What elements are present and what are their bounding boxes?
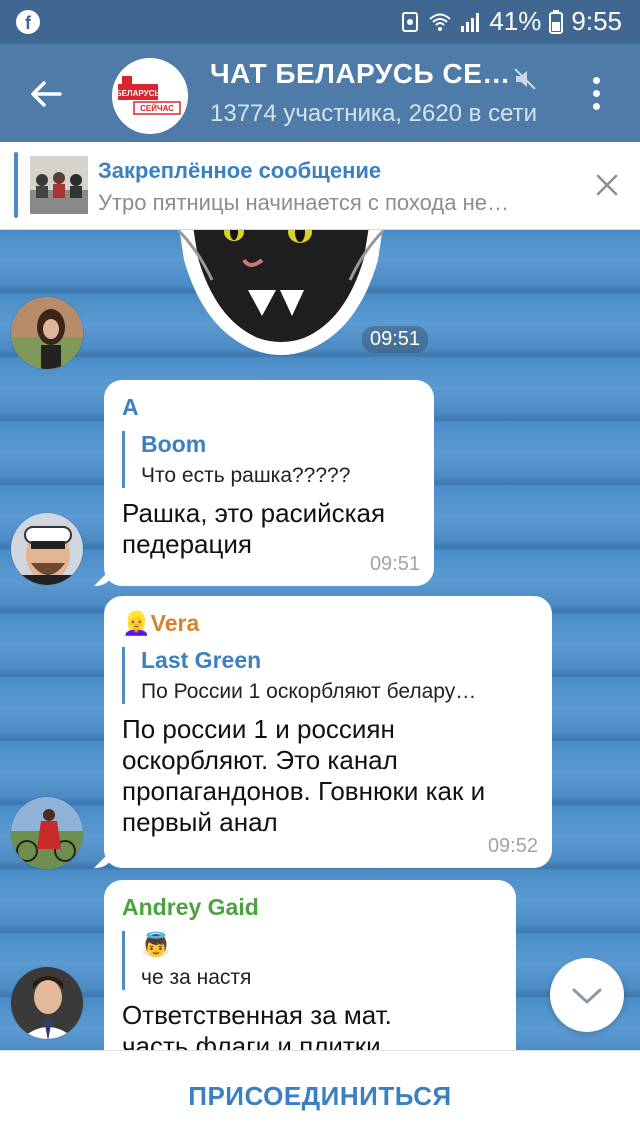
reply-quote[interactable]: Boom Что есть рашка????? (122, 431, 416, 488)
reply-author: Last Green (141, 647, 262, 673)
join-button[interactable]: ПРИСОЕДИНИТЬСЯ (0, 1081, 640, 1112)
chat-messages[interactable]: 09:51 A Boom Что есть рашка????? Рашка, … (0, 230, 640, 1050)
mute-icon (514, 68, 536, 90)
message-text: Рашка, это расийская педерация (122, 498, 386, 559)
reply-emoji: 👼 (141, 932, 171, 959)
pinned-message[interactable]: Закреплённое сообщение Утро пятницы начи… (0, 142, 640, 230)
message-bubble[interactable]: A Boom Что есть рашка????? Рашка, это ра… (104, 380, 434, 586)
cat-sticker (178, 230, 384, 355)
message-text: Ответственная за мат. (122, 1000, 392, 1030)
sender-emoji: 👱‍♀️ (122, 610, 151, 636)
message-text-cut: часть флаги и плитки (122, 1031, 381, 1050)
facebook-icon: f (16, 10, 40, 34)
message-time: 09:52 (487, 835, 538, 857)
reply-text: По России 1 оскорбляют белару… (141, 680, 477, 703)
sender-name[interactable]: 👱‍♀️Vera (122, 610, 534, 637)
chevron-down-icon (572, 988, 602, 1004)
wifi-icon (429, 13, 452, 31)
sticker-time: 09:51 (362, 326, 429, 353)
chat-title[interactable]: ЧАТ БЕЛАРУСЬ СЕ… (210, 58, 511, 90)
message-bubble[interactable]: 👱‍♀️Vera Last Green По России 1 оскорбля… (104, 596, 552, 868)
avatar[interactable] (10, 796, 84, 870)
avatar[interactable] (10, 512, 84, 586)
avatar-logo-bottom: СЕЙЧАС (140, 104, 174, 113)
close-pinned-icon[interactable] (596, 174, 618, 196)
sender-name[interactable]: Andrey Gaid (122, 894, 498, 921)
pinned-thumbnail (30, 156, 88, 214)
more-menu-icon[interactable] (586, 74, 606, 114)
pinned-accent-bar (14, 152, 18, 218)
reply-text: Что есть рашка????? (141, 464, 351, 487)
sender-name-text: Vera (150, 610, 200, 636)
pinned-title: Закреплённое сообщение (98, 158, 382, 183)
message-bubble[interactable]: Andrey Gaid 👼 че за настя Ответственная … (104, 880, 516, 1050)
pinned-text: Утро пятницы начинается с похода не… (98, 190, 509, 215)
reply-quote[interactable]: 👼 че за настя (122, 931, 498, 990)
message-text: По россии 1 и россиян оскорбляют. Это ка… (122, 714, 486, 837)
signal-icon (461, 12, 480, 32)
message-time: 09:51 (369, 553, 420, 575)
chat-avatar[interactable]: БЕЛАРУСЬ СЕЙЧАС (112, 58, 188, 134)
reply-author: Boom (141, 431, 207, 457)
battery-icon (549, 9, 564, 34)
avatar-logo-top: БЕЛАРУСЬ (116, 89, 160, 98)
reply-text: че за настя (141, 966, 252, 989)
scroll-down-button[interactable] (550, 958, 624, 1032)
status-bar: f 41% 9:55 (0, 0, 640, 44)
back-arrow-icon[interactable] (26, 74, 66, 114)
recycle-icon (402, 11, 419, 32)
battery-percent: 41% (489, 6, 542, 36)
avatar[interactable] (10, 296, 84, 370)
chat-subtitle: 13774 участника, 2620 в сети (210, 100, 538, 127)
chat-header: БЕЛАРУСЬ СЕЙЧАС ЧАТ БЕЛАРУСЬ СЕ… 13774 у… (0, 44, 640, 142)
sender-name[interactable]: A (122, 394, 416, 421)
clock: 9:55 (571, 6, 622, 36)
avatar[interactable] (10, 966, 84, 1040)
bottom-bar: ПРИСОЕДИНИТЬСЯ (0, 1050, 640, 1137)
reply-quote[interactable]: Last Green По России 1 оскорбляют белару… (122, 647, 534, 704)
